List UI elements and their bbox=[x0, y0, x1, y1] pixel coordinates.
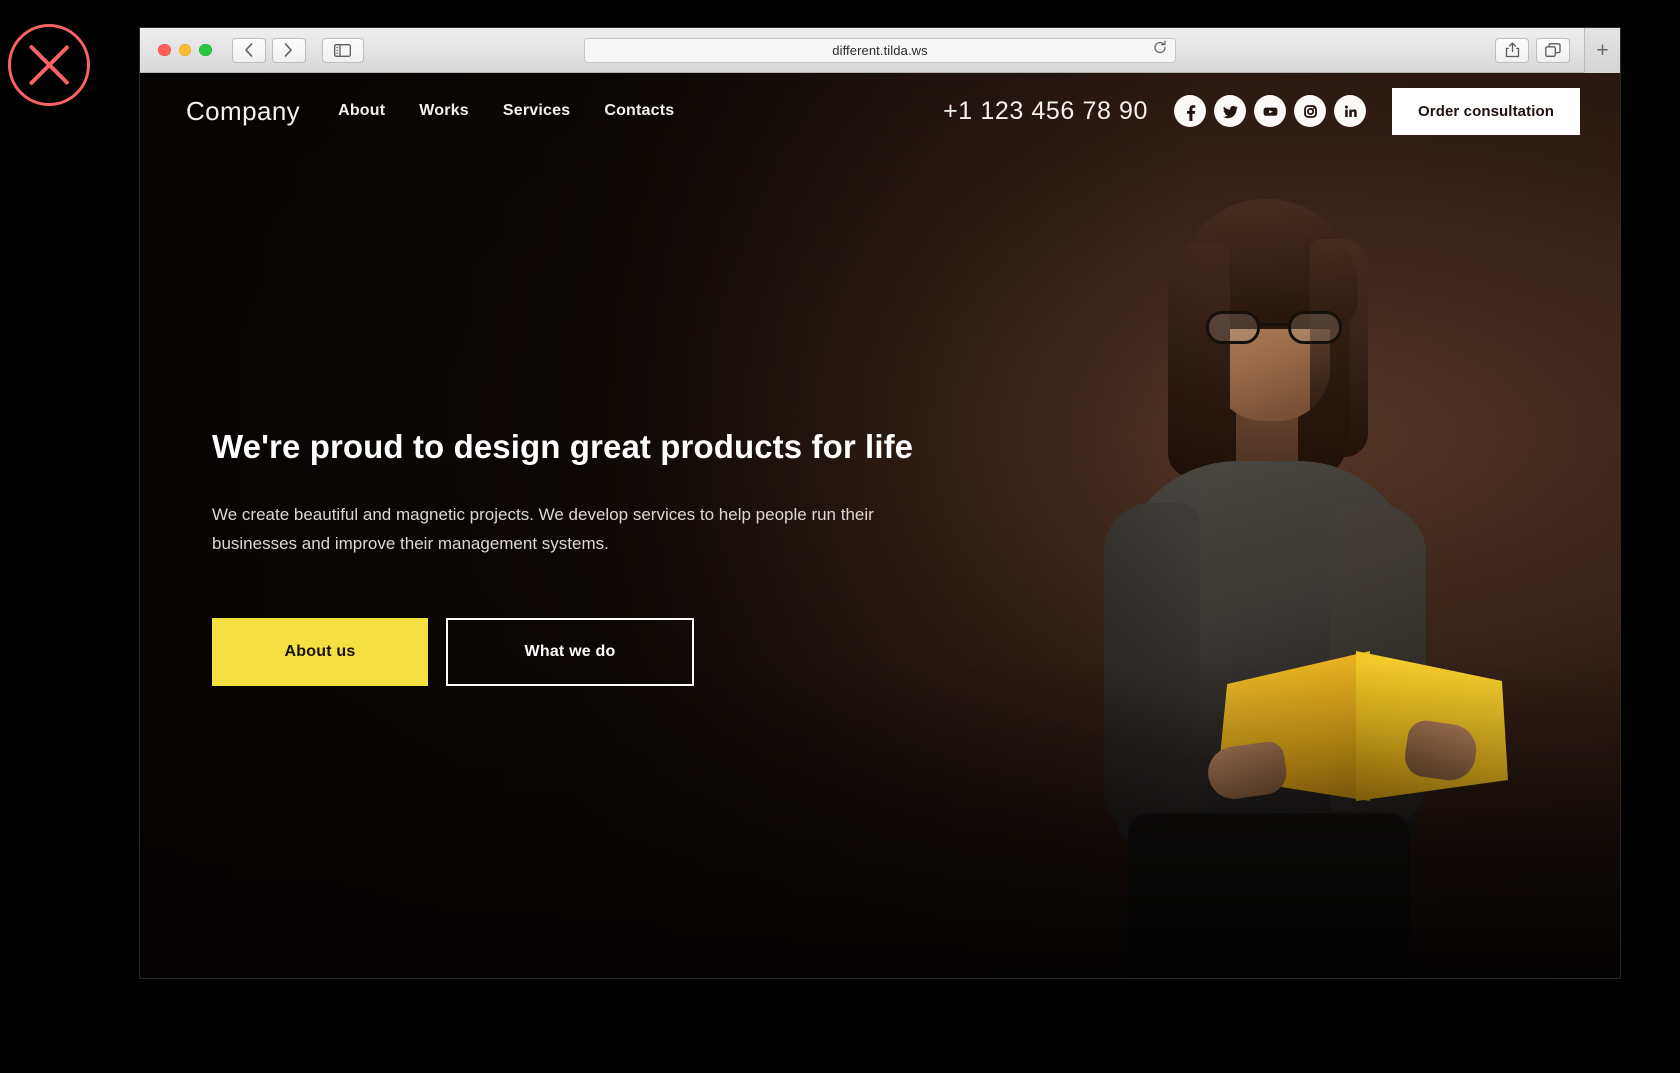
order-consultation-button[interactable]: Order consultation bbox=[1392, 87, 1580, 135]
back-button[interactable] bbox=[231, 37, 266, 63]
toolbar-right-group: + bbox=[1495, 28, 1620, 73]
hero-cta-row: About us What we do bbox=[212, 618, 972, 687]
youtube-icon[interactable] bbox=[1254, 95, 1287, 127]
show-sidebar-button[interactable] bbox=[321, 37, 364, 63]
reload-icon bbox=[1154, 40, 1166, 54]
what-we-do-button[interactable]: What we do bbox=[446, 618, 694, 687]
new-tab-button[interactable]: + bbox=[1584, 28, 1620, 73]
phone-number[interactable]: +1 123 456 78 90 bbox=[943, 97, 1148, 126]
sidebar-icon bbox=[334, 43, 351, 57]
navbar-right-group: +1 123 456 78 90 Order consultation bbox=[943, 87, 1580, 135]
url-text: different.tilda.ws bbox=[832, 42, 928, 58]
nav-item-services[interactable]: Services bbox=[503, 102, 570, 120]
maximize-window-button[interactable] bbox=[199, 43, 212, 57]
instagram-icon[interactable] bbox=[1294, 95, 1327, 127]
hero-content: We're proud to design great products for… bbox=[212, 428, 972, 687]
nav-item-works[interactable]: Works bbox=[419, 102, 469, 120]
close-x-marker bbox=[8, 24, 90, 106]
address-bar[interactable]: different.tilda.ws bbox=[584, 37, 1176, 63]
main-navigation: About Works Services Contacts bbox=[338, 102, 674, 120]
close-window-button[interactable] bbox=[158, 43, 171, 57]
window-traffic-lights[interactable] bbox=[158, 43, 212, 57]
facebook-icon[interactable] bbox=[1174, 95, 1207, 127]
nav-item-contacts[interactable]: Contacts bbox=[604, 102, 674, 120]
browser-window: different.tilda.ws + Company About Works… bbox=[140, 28, 1620, 978]
navigation-buttons[interactable] bbox=[231, 37, 306, 63]
twitter-icon[interactable] bbox=[1214, 95, 1247, 127]
share-button[interactable] bbox=[1495, 37, 1529, 63]
site-logo[interactable]: Company bbox=[186, 96, 300, 127]
chevron-left-icon bbox=[245, 43, 253, 57]
reload-button[interactable] bbox=[1153, 40, 1167, 60]
about-us-button[interactable]: About us bbox=[212, 618, 428, 687]
linkedin-icon[interactable] bbox=[1334, 95, 1367, 127]
chevron-right-icon bbox=[284, 43, 292, 57]
tabs-icon bbox=[1545, 42, 1561, 57]
share-icon bbox=[1505, 42, 1519, 58]
minimize-window-button[interactable] bbox=[178, 43, 191, 57]
show-all-tabs-button[interactable] bbox=[1536, 37, 1570, 63]
page-viewport: Company About Works Services Contacts +1… bbox=[140, 73, 1620, 978]
hero-subtitle: We create beautiful and magnetic project… bbox=[212, 505, 874, 554]
social-links bbox=[1174, 95, 1367, 127]
browser-titlebar: different.tilda.ws + bbox=[140, 28, 1620, 73]
nav-item-about[interactable]: About bbox=[338, 102, 385, 120]
site-navbar: Company About Works Services Contacts +1… bbox=[140, 73, 1620, 149]
forward-button[interactable] bbox=[271, 37, 306, 63]
hero-title: We're proud to design great products for… bbox=[212, 428, 914, 465]
